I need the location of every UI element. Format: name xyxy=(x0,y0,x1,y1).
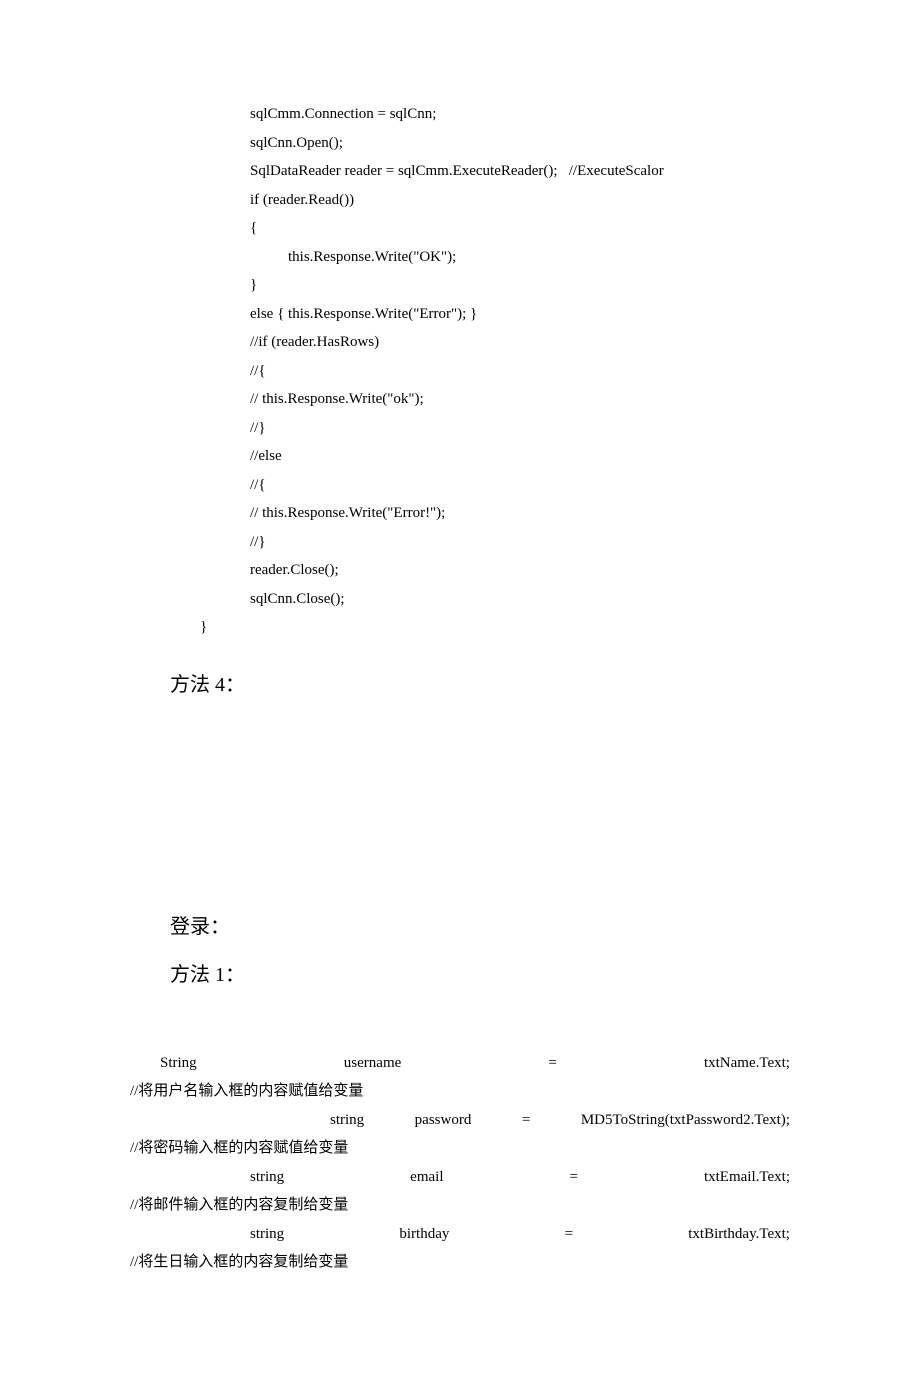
code-block-2: String username = txtName.Text; //将用户名输入… xyxy=(130,1049,790,1277)
code-token: string xyxy=(250,1163,284,1192)
code-token: string xyxy=(330,1106,364,1135)
code-line: sqlCnn.Close(); xyxy=(250,585,790,614)
code-token: email xyxy=(410,1163,443,1192)
code-token: = xyxy=(570,1163,578,1192)
code-line: SqlDataReader reader = sqlCmm.ExecuteRea… xyxy=(250,157,790,186)
code-line: string password = MD5ToString(txtPasswor… xyxy=(330,1106,790,1135)
code-line: string email = txtEmail.Text; xyxy=(250,1163,790,1192)
heading-method-1: 方法 1： xyxy=(170,956,790,994)
code-line: String username = txtName.Text; xyxy=(160,1049,790,1078)
code-token: password xyxy=(415,1106,472,1135)
code-line: //} xyxy=(250,528,790,557)
code-line: this.Response.Write("OK"); xyxy=(288,243,790,272)
code-line: //{ xyxy=(250,471,790,500)
code-line: } xyxy=(250,271,790,300)
code-line: else { this.Response.Write("Error"); } xyxy=(250,300,790,329)
code-token: string xyxy=(250,1220,284,1249)
code-comment: //将邮件输入框的内容复制给变量 xyxy=(130,1191,790,1220)
code-token: birthday xyxy=(399,1220,449,1249)
code-line: //} xyxy=(250,414,790,443)
code-comment: //ExecuteScalor xyxy=(569,163,664,179)
code-line: //else xyxy=(250,442,790,471)
code-token: = xyxy=(548,1049,556,1078)
code-line: reader.Close(); xyxy=(250,556,790,585)
code-line: } xyxy=(200,613,790,642)
spacer xyxy=(130,704,790,884)
code-comment: //将密码输入框的内容赋值给变量 xyxy=(130,1134,790,1163)
code-comment: //将用户名输入框的内容赋值给变量 xyxy=(130,1077,790,1106)
code-token: txtEmail.Text; xyxy=(704,1163,790,1192)
heading-method-4: 方法 4： xyxy=(170,666,790,704)
spacer xyxy=(130,994,790,1049)
code-token: = xyxy=(565,1220,573,1249)
code-line: // this.Response.Write("Error!"); xyxy=(250,499,790,528)
code-token: username xyxy=(344,1049,401,1078)
code-line: { xyxy=(250,214,790,243)
code-block-1: sqlCmm.Connection = sqlCnn; sqlCnn.Open(… xyxy=(130,100,790,642)
code-token: = xyxy=(522,1106,530,1135)
code-line: // this.Response.Write("ok"); xyxy=(250,385,790,414)
code-line: string birthday = txtBirthday.Text; xyxy=(250,1220,790,1249)
heading-login: 登录： xyxy=(170,908,790,946)
code-comment: //将生日输入框的内容复制给变量 xyxy=(130,1248,790,1277)
code-line: sqlCnn.Open(); xyxy=(250,129,790,158)
code-line: sqlCmm.Connection = sqlCnn; xyxy=(250,100,790,129)
code-token: txtName.Text; xyxy=(704,1049,790,1078)
code-line: if (reader.Read()) xyxy=(250,186,790,215)
code-token: txtBirthday.Text; xyxy=(688,1220,790,1249)
code-text: SqlDataReader reader = sqlCmm.ExecuteRea… xyxy=(250,163,558,179)
code-token: MD5ToString(txtPassword2.Text); xyxy=(581,1106,790,1135)
code-line: //{ xyxy=(250,357,790,386)
code-token: String xyxy=(160,1049,197,1078)
document-page: sqlCmm.Connection = sqlCnn; sqlCnn.Open(… xyxy=(0,0,920,1377)
code-line: //if (reader.HasRows) xyxy=(250,328,790,357)
